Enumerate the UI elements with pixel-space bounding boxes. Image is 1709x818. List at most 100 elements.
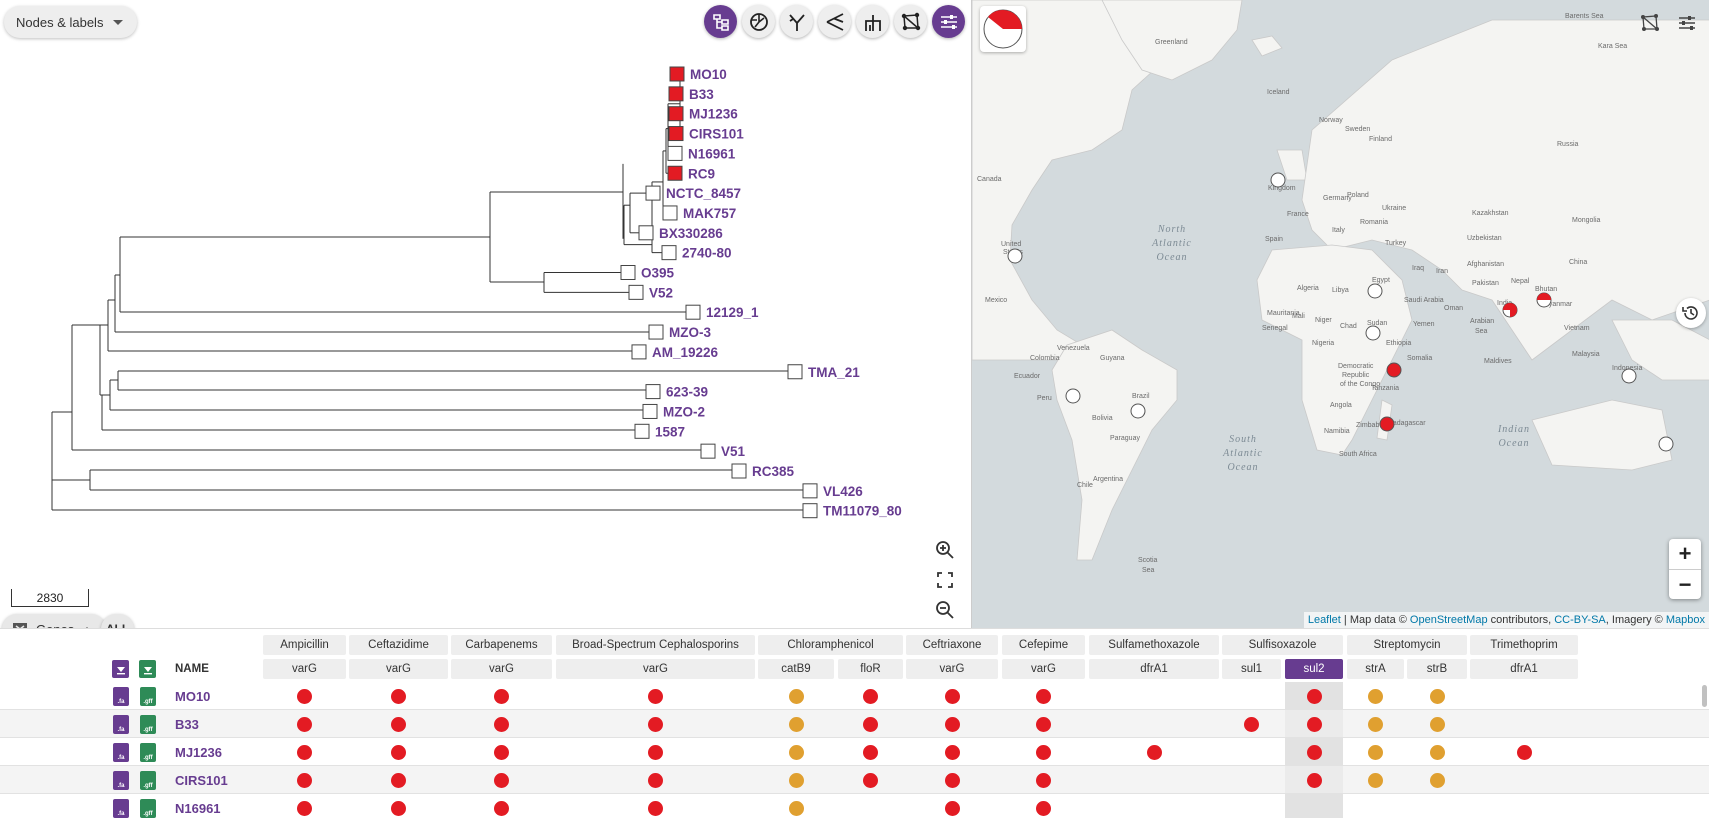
leaf-node-marker[interactable]	[668, 106, 684, 122]
tree-leaf[interactable]: TM11079_80	[802, 503, 902, 519]
gene-present-red-dot[interactable]	[648, 745, 663, 760]
antibiotic-group-header[interactable]: Streptomycin	[1347, 635, 1467, 655]
map-marker[interactable]	[1270, 172, 1286, 188]
map-marker[interactable]	[1621, 368, 1637, 384]
leaf-node-marker[interactable]	[802, 503, 818, 519]
antibiotic-group-header[interactable]: Cefepime	[1002, 635, 1085, 655]
leaf-label[interactable]: CIRS101	[689, 127, 744, 142]
map-marker[interactable]	[1130, 403, 1146, 419]
gff-file-icon[interactable]: .gff	[140, 771, 156, 790]
gene-present-red-dot[interactable]	[1306, 717, 1322, 732]
leaf-node-marker[interactable]	[645, 384, 661, 400]
map-marker[interactable]	[1379, 416, 1395, 432]
gff-file-icon[interactable]: .gff	[140, 715, 156, 734]
gene-present-orange-dot[interactable]	[1368, 717, 1383, 732]
gene-column-header[interactable]: varG	[263, 659, 346, 679]
leaf-label[interactable]: 12129_1	[706, 305, 759, 320]
leaf-node-marker[interactable]	[668, 86, 684, 102]
gene-present-orange-dot[interactable]	[1429, 717, 1445, 732]
gene-present-red-dot[interactable]	[1036, 801, 1051, 816]
table-row[interactable]: .fa .gff MJ1236	[0, 738, 1709, 766]
gene-present-red-dot[interactable]	[863, 689, 878, 704]
world-map[interactable]: North Atlantic Ocean South Atlantic Ocea…	[972, 0, 1709, 628]
tree-zoom-in-button[interactable]	[933, 538, 957, 562]
leaf-label[interactable]: 2740-80	[682, 246, 732, 261]
gene-present-red-dot[interactable]	[297, 717, 312, 732]
map-marker[interactable]	[1007, 248, 1023, 264]
gene-present-red-dot[interactable]	[1036, 773, 1051, 788]
map-lasso-button[interactable]	[1635, 8, 1665, 38]
gene-present-orange-dot[interactable]	[1429, 689, 1445, 704]
tree-leaf[interactable]: V51	[700, 443, 746, 459]
map-marker[interactable]	[1065, 388, 1081, 404]
leaf-node-marker[interactable]	[634, 423, 650, 439]
tree-leaf[interactable]: RC9	[667, 165, 715, 181]
antibiotic-group-header[interactable]: Chloramphenicol	[758, 635, 903, 655]
tree-leaf[interactable]: O395	[620, 265, 675, 281]
gene-present-orange-dot[interactable]	[788, 773, 804, 788]
gene-column-header[interactable]: varG	[556, 659, 755, 679]
antibiotic-group-header[interactable]: Ceftazidime	[349, 635, 448, 655]
gene-present-orange-dot[interactable]	[788, 745, 804, 760]
gene-present-red-dot[interactable]	[863, 717, 878, 732]
radial-tree-button[interactable]	[780, 5, 813, 38]
gene-present-red-dot[interactable]	[494, 689, 509, 704]
gene-present-red-dot[interactable]	[1306, 745, 1322, 760]
leaf-node-marker[interactable]	[731, 463, 747, 479]
leaf-label[interactable]: B33	[689, 87, 714, 102]
fasta-file-icon[interactable]: .fa	[113, 687, 129, 706]
gene-present-red-dot[interactable]	[1036, 745, 1051, 760]
gene-present-red-dot[interactable]	[1146, 745, 1162, 760]
leaf-label[interactable]: RC385	[752, 464, 795, 479]
gene-present-red-dot[interactable]	[494, 717, 509, 732]
map-zoom-out-button[interactable]: −	[1669, 569, 1701, 599]
map-zoom-in-button[interactable]: +	[1669, 539, 1701, 569]
gene-present-red-dot[interactable]	[944, 689, 960, 704]
leaf-label[interactable]: MJ1236	[689, 107, 738, 122]
gene-present-red-dot[interactable]	[1036, 717, 1051, 732]
tree-leaf[interactable]: NCTC_8457	[645, 185, 741, 201]
gene-present-red-dot[interactable]	[494, 773, 509, 788]
circular-tree-button[interactable]	[742, 5, 775, 38]
gene-present-orange-dot[interactable]	[788, 717, 804, 732]
gene-present-orange-dot[interactable]	[788, 689, 804, 704]
tree-leaf[interactable]: RC385	[731, 463, 795, 479]
leaf-node-marker[interactable]	[700, 443, 716, 459]
gene-present-red-dot[interactable]	[944, 745, 960, 760]
gene-present-orange-dot[interactable]	[1368, 745, 1383, 760]
tree-leaf[interactable]: TMA_21	[787, 364, 860, 380]
fasta-file-icon[interactable]: .fa	[113, 715, 129, 734]
map-marker-pie[interactable]	[1502, 302, 1518, 318]
gene-present-red-dot[interactable]	[1244, 717, 1259, 732]
leaf-node-marker[interactable]	[787, 364, 803, 380]
leaf-label[interactable]: MAK757	[683, 206, 736, 221]
gene-present-red-dot[interactable]	[391, 745, 406, 760]
gene-column-header[interactable]: sul2	[1285, 659, 1343, 679]
gene-present-red-dot[interactable]	[648, 717, 663, 732]
leaf-node-marker[interactable]	[662, 205, 678, 221]
tree-fit-button[interactable]	[933, 568, 957, 592]
leaf-label[interactable]: RC9	[688, 166, 715, 181]
tree-leaf[interactable]: 623-39	[645, 384, 708, 400]
gene-column-header[interactable]: varG	[1002, 659, 1085, 679]
leaf-node-marker[interactable]	[631, 344, 647, 360]
map-marker[interactable]	[1365, 325, 1381, 341]
gene-present-red-dot[interactable]	[1306, 689, 1322, 704]
tree-leaf[interactable]: MZO-2	[642, 403, 705, 419]
leaf-label[interactable]: MO10	[690, 67, 727, 82]
map-marker[interactable]	[1386, 362, 1402, 378]
gene-column-header[interactable]: strA	[1347, 659, 1404, 679]
tree-leaf[interactable]: MZO-3	[648, 324, 711, 340]
leaf-label[interactable]: TMA_21	[808, 365, 860, 380]
leaf-label[interactable]: 623-39	[666, 385, 708, 400]
gene-present-orange-dot[interactable]	[1368, 773, 1383, 788]
gff-file-icon[interactable]: .gff	[140, 687, 156, 706]
leaf-node-marker[interactable]	[642, 403, 658, 419]
tree-leaf[interactable]: 2740-80	[661, 245, 732, 261]
leaf-label[interactable]: MZO-2	[663, 404, 705, 419]
gene-present-red-dot[interactable]	[391, 689, 406, 704]
nodes-labels-dropdown[interactable]: Nodes & labels	[4, 6, 138, 38]
leaf-label[interactable]: VL426	[823, 484, 863, 499]
antibiotic-group-header[interactable]: Sulfamethoxazole	[1089, 635, 1219, 655]
tree-leaf[interactable]: MO10	[669, 66, 727, 82]
